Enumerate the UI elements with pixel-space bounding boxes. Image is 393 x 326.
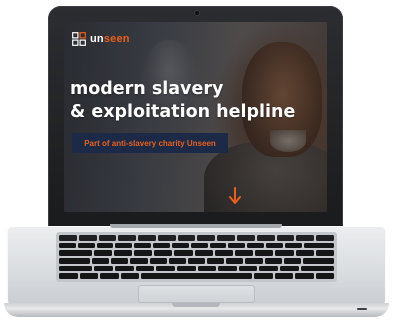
laptop-keyboard (56, 232, 337, 282)
webcam (195, 11, 199, 15)
hero-content: unseen modern slavery & exploitation hel… (64, 22, 327, 212)
logo-wordmark: unseen (90, 33, 130, 45)
arrow-down-icon[interactable] (228, 187, 242, 205)
grid-squares-logo-icon (72, 32, 86, 46)
status-light (357, 308, 367, 310)
hero-headline: modern slavery & exploitation helpline (70, 78, 295, 124)
trackpad (138, 285, 255, 303)
unseen-logo[interactable]: unseen (72, 32, 130, 46)
headline-line-1: modern slavery (70, 79, 224, 99)
laptop-screen: unseen modern slavery & exploitation hel… (64, 22, 327, 212)
unseen-charity-button[interactable]: Part of anti-slavery charity Unseen (72, 133, 228, 153)
lid-opening-notch (172, 303, 220, 307)
laptop-hinge (110, 224, 282, 228)
headline-line-2: & exploitation helpline (70, 102, 296, 122)
